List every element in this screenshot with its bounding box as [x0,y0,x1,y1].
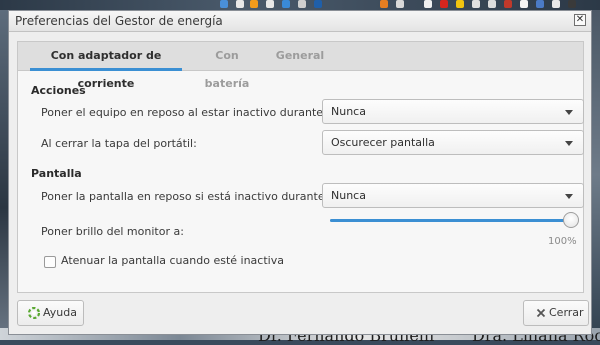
tray-icon[interactable] [456,0,464,8]
tray-icon[interactable] [396,0,404,8]
screen-sleep-value: Nunca [331,189,366,202]
screen-heading: Pantalla [31,167,82,180]
close-button[interactable]: Cerrar [523,300,589,326]
tray-icon[interactable] [440,0,448,8]
tray-icon[interactable] [520,0,528,8]
tab-battery[interactable]: Con batería [194,42,260,90]
close-x-icon [536,308,546,318]
chevron-down-icon [565,110,573,115]
tray-icon[interactable] [298,0,306,8]
close-button-label: Cerrar [549,306,584,319]
tray-icon[interactable] [488,0,496,8]
screen-sleep-select[interactable]: Nunca [322,183,584,208]
help-button[interactable]: Ayuda [17,300,84,326]
tab-ac-adapter[interactable]: Con adaptador de corriente [30,42,182,90]
tray-icon[interactable] [236,0,244,8]
sleep-computer-select[interactable]: Nunca [322,99,584,124]
help-lifebuoy-icon [28,307,40,319]
tray-icon[interactable] [424,0,432,8]
tray-icon[interactable] [504,0,512,8]
actions-heading: Acciones [31,84,86,97]
lid-close-label: Al cerrar la tapa del portátil: [41,137,197,150]
tab-bar: Con adaptador de corriente Con batería G… [18,42,583,90]
sleep-computer-value: Nunca [331,105,366,118]
brightness-value: 100% [548,236,577,247]
tray-icon[interactable] [266,0,274,8]
desktop-background-left [0,10,8,340]
lid-close-select[interactable]: Oscurecer pantalla [322,130,584,155]
brightness-label: Poner brillo del monitor a: [41,225,184,238]
window-close-icon[interactable]: ✕ [574,14,586,26]
desktop-top-panel [0,0,600,10]
screen-sleep-label: Poner la pantalla en reposo si está inac… [41,190,329,203]
tray-icon[interactable] [568,0,576,8]
tray-icon[interactable] [536,0,544,8]
chevron-down-icon [565,141,573,146]
tray-icon[interactable] [250,0,258,8]
window-title: Preferencias del Gestor de energía [15,14,223,28]
tray-icon[interactable] [472,0,480,8]
power-manager-preferences-window: Preferencias del Gestor de energía ✕ Con… [8,10,592,335]
desktop-background-right [592,10,600,340]
slider-fill [330,219,571,222]
tray-icon[interactable] [380,0,388,8]
tray-icon[interactable] [552,0,560,8]
brightness-slider[interactable] [322,212,579,230]
sleep-computer-label: Poner el equipo en reposo al estar inact… [41,106,327,119]
dim-screen-label[interactable]: Atenuar la pantalla cuando esté inactiva [61,254,284,267]
dim-screen-checkbox[interactable] [44,256,56,268]
settings-notebook: Con adaptador de corriente Con batería G… [17,41,584,293]
help-button-label: Ayuda [43,306,77,319]
tab-general[interactable]: General [274,42,326,70]
lid-close-value: Oscurecer pantalla [331,136,435,149]
chevron-down-icon [565,194,573,199]
titlebar[interactable]: Preferencias del Gestor de energía ✕ [9,11,591,32]
tray-icon[interactable] [282,0,290,8]
tray-icon[interactable] [220,0,228,8]
tray-icon[interactable] [314,0,322,8]
slider-handle[interactable] [563,212,579,228]
